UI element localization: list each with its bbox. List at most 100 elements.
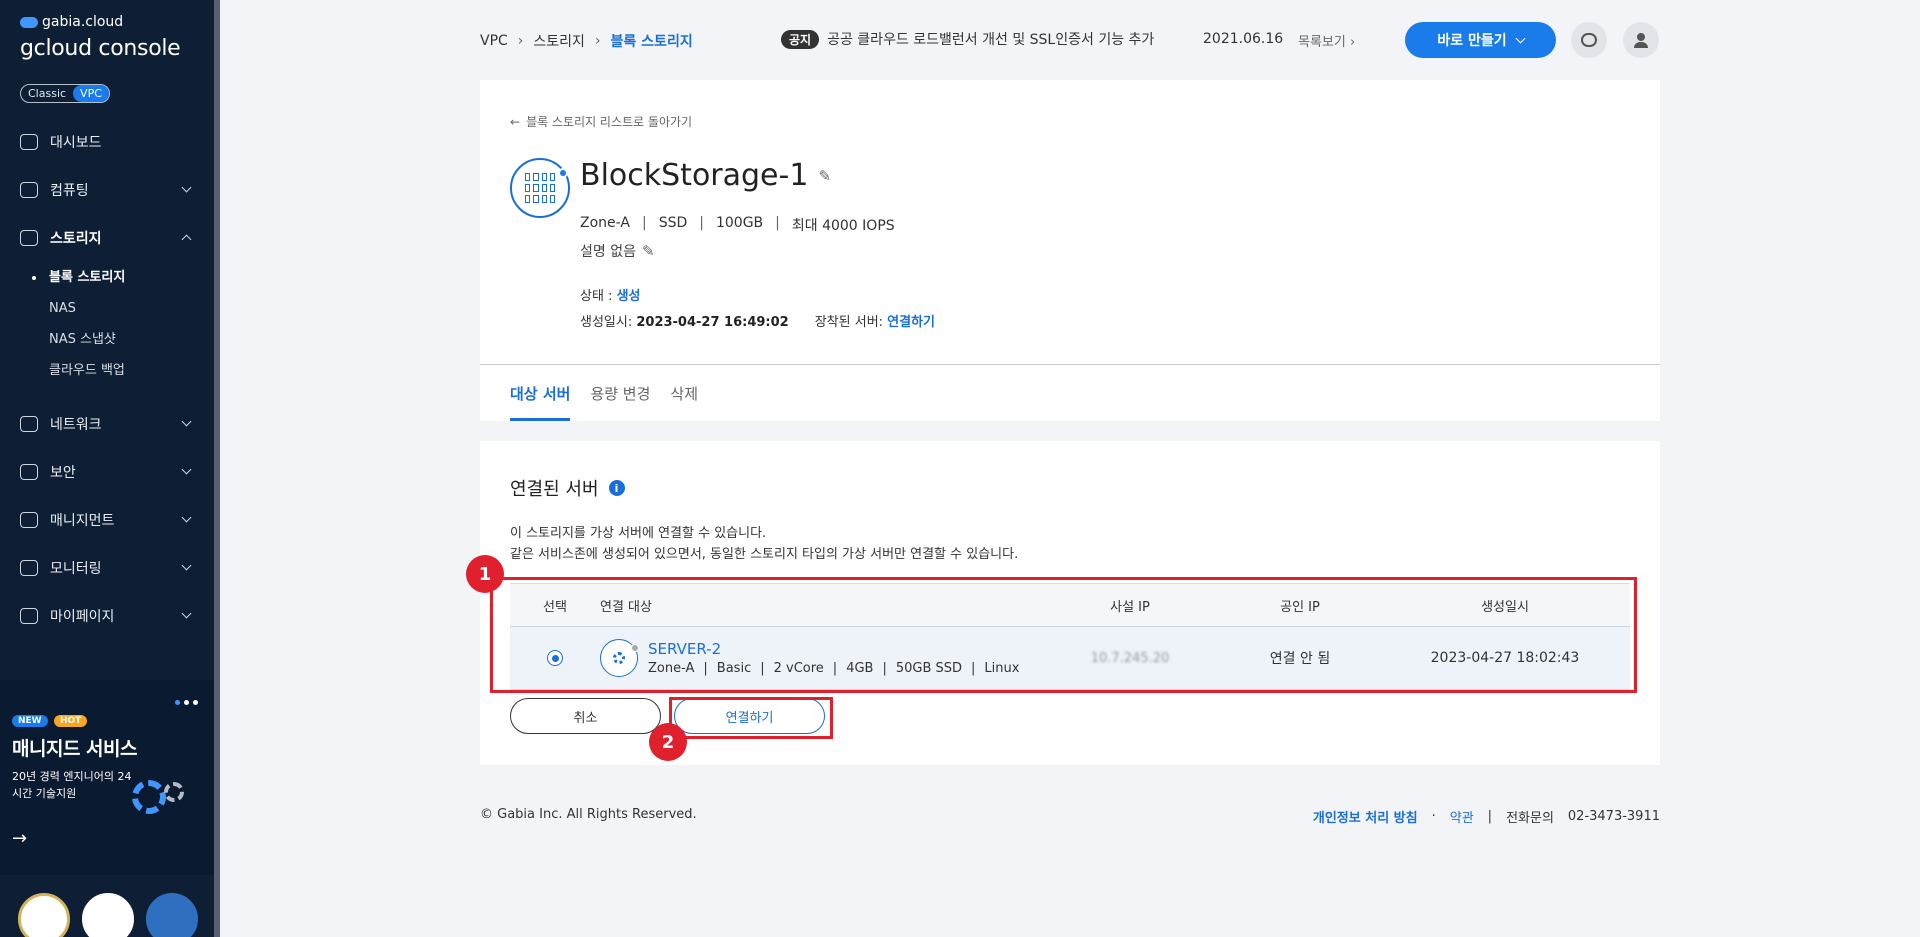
footer-links: 개인정보 처리 방침 · 약관 | 전화문의 02-3473-3911: [1312, 807, 1660, 826]
sidebar-item-label: 대시보드: [50, 135, 102, 151]
terms-link[interactable]: 약관: [1450, 807, 1474, 826]
spec-zone: Zone-A: [580, 215, 630, 231]
notice-date: 2021.06.16: [1203, 31, 1284, 47]
tab-resize[interactable]: 용량 변경: [590, 383, 650, 421]
sidebar-item-label: 보안: [50, 465, 76, 481]
sidebar-item-computing[interactable]: 컴퓨팅: [0, 166, 214, 214]
certification-badges: [18, 893, 198, 937]
back-to-list-link[interactable]: ← 블록 스토리지 리스트로 돌아가기: [510, 113, 692, 130]
breadcrumb: VPC › 스토리지 › 블록 스토리지: [480, 31, 693, 51]
sidebar-subitem-nas-snapshot[interactable]: NAS 스냅샷: [0, 324, 214, 355]
chevron-right-icon: ›: [517, 33, 524, 49]
notice-tag: 공지: [781, 29, 820, 49]
storage-description: 설명 없음 ✎: [580, 241, 655, 261]
cloud-service-badge-icon: [82, 893, 134, 937]
sidebar-subitem-block-storage[interactable]: 블록 스토리지: [0, 262, 214, 293]
highlight-box-2: [669, 697, 833, 739]
highlight-box-1: [490, 577, 1637, 693]
brand-main-text[interactable]: gcloud console: [20, 36, 181, 61]
pencil-icon[interactable]: ✎: [642, 242, 655, 260]
sidebar-item-security[interactable]: 보안: [0, 448, 214, 496]
arrow-right-icon[interactable]: →: [12, 828, 27, 849]
shield-icon: [20, 464, 38, 480]
chat-button[interactable]: [1571, 22, 1607, 58]
chevron-down-icon: [181, 464, 192, 475]
promo-banner[interactable]: NEW HOT 매니지드 서비스 20년 경력 엔지니어의 24시간 기술지원 …: [0, 680, 214, 875]
block-storage-icon: [510, 158, 570, 218]
chevron-down-icon: [181, 182, 192, 193]
breadcrumb-storage[interactable]: 스토리지: [533, 31, 585, 51]
help-line-1: 이 스토리지를 가상 서버에 연결할 수 있습니다.: [510, 526, 767, 541]
sidebar-item-label: 매니지먼트: [50, 513, 115, 529]
tab-delete[interactable]: 삭제: [670, 383, 698, 421]
copyright: © Gabia Inc. All Rights Reserved.: [480, 807, 697, 822]
sidebar-scrollbar[interactable]: [214, 0, 220, 937]
chat-icon: [1581, 33, 1597, 47]
description-text: 설명 없음: [580, 244, 636, 260]
status-line: 상태 : 생성: [580, 285, 641, 304]
sidebar-item-dashboard[interactable]: 대시보드: [0, 118, 214, 166]
carousel-dots[interactable]: [175, 700, 198, 705]
help-line-2: 같은 서비스존에 생성되어 있으면서, 동일한 스토리지 타입의 가상 서버만 …: [510, 547, 1019, 562]
sidebar-item-label: 마이페이지: [50, 609, 115, 625]
status-dot: [558, 168, 568, 178]
quick-create-button[interactable]: 바로 만들기: [1405, 22, 1556, 58]
back-link-label: 블록 스토리지 리스트로 돌아가기: [526, 115, 693, 129]
sidebar-item-storage[interactable]: 스토리지: [0, 214, 214, 262]
privacy-link[interactable]: 개인정보 처리 방침: [1313, 807, 1418, 826]
profile-button[interactable]: [1623, 22, 1659, 58]
gear-icon: [132, 780, 166, 814]
gear-icon: [164, 782, 184, 802]
phone-label: 전화문의: [1506, 811, 1554, 826]
notice-bar[interactable]: 공지 공공 클라우드 로드밸런서 개선 및 SSL인증서 기능 추가: [781, 29, 1187, 49]
arrow-left-icon: ←: [510, 114, 521, 129]
storage-name: BlockStorage-1: [580, 158, 809, 193]
chevron-down-icon: [181, 560, 192, 571]
phone-number: 02-3473-3911: [1567, 809, 1660, 824]
spec-type: SSD: [658, 215, 688, 231]
new-badge: NEW: [12, 715, 48, 727]
management-icon: [20, 512, 38, 528]
mode-switch[interactable]: Classic VPC: [20, 84, 110, 103]
storage-specs: Zone-A | SSD | 100GB | 최대 4000 IOPS: [580, 215, 895, 234]
created-value: 2023-04-27 16:49:02: [636, 315, 789, 330]
info-icon[interactable]: i: [608, 480, 625, 496]
divider: [480, 364, 1660, 365]
spec-iops: 최대 4000 IOPS: [791, 218, 895, 234]
sidebar-item-label: 모니터링: [50, 561, 102, 577]
spec-size: 100GB: [715, 215, 764, 231]
sidebar-subitem-nas[interactable]: NAS: [0, 293, 214, 324]
pencil-icon[interactable]: ✎: [818, 167, 831, 185]
mode-classic[interactable]: Classic: [21, 85, 73, 102]
cloud-logo-icon: [20, 16, 38, 28]
breadcrumb-block-storage[interactable]: 블록 스토리지: [611, 31, 693, 51]
breadcrumb-vpc[interactable]: VPC: [480, 33, 508, 49]
brand-logo[interactable]: gabia.cloud: [20, 14, 123, 30]
chevron-down-icon: [181, 416, 192, 427]
chevron-right-icon: ›: [594, 33, 601, 49]
sidebar-item-monitoring[interactable]: 모니터링: [0, 544, 214, 592]
notice-list-link[interactable]: 목록보기 ›: [1298, 31, 1355, 50]
storage-icon: [20, 230, 38, 246]
sidebar-subitem-cloud-backup[interactable]: 클라우드 백업: [0, 355, 214, 386]
sidebar-item-mypage[interactable]: 마이페이지: [0, 592, 214, 640]
status-label: 상태 :: [580, 289, 617, 304]
sidebar-item-label: 네트워크: [50, 417, 102, 433]
cancel-button[interactable]: 취소: [510, 698, 661, 734]
hot-badge: HOT: [54, 715, 88, 727]
page-title: BlockStorage-1 ✎: [580, 158, 831, 193]
mode-vpc[interactable]: VPC: [73, 85, 109, 102]
annotation-marker-1: 1: [466, 555, 504, 593]
status-value: 생성: [616, 289, 641, 304]
sidebar-item-network[interactable]: 네트워크: [0, 400, 214, 448]
mounted-connect-link[interactable]: 연결하기: [887, 315, 935, 330]
notice-text[interactable]: 공공 클라우드 로드밸런서 개선 및 SSL인증서 기능 추가: [827, 29, 1187, 49]
mounted-label: 장착된 서버:: [814, 315, 888, 330]
storage-detail-card: ← 블록 스토리지 리스트로 돌아가기 BlockStorage-1 ✎ Zon…: [480, 80, 1660, 421]
chevron-up-icon: [181, 234, 192, 245]
quick-create-label: 바로 만들기: [1437, 33, 1507, 49]
tab-target-server[interactable]: 대상 서버: [510, 383, 571, 421]
sidebar-nav: 대시보드 컴퓨팅 스토리지 블록 스토리지 NAS NAS 스냅샷 클라우드 백…: [0, 118, 214, 640]
connected-server-title: 연결된 서버: [510, 479, 599, 500]
sidebar-item-management[interactable]: 매니지먼트: [0, 496, 214, 544]
